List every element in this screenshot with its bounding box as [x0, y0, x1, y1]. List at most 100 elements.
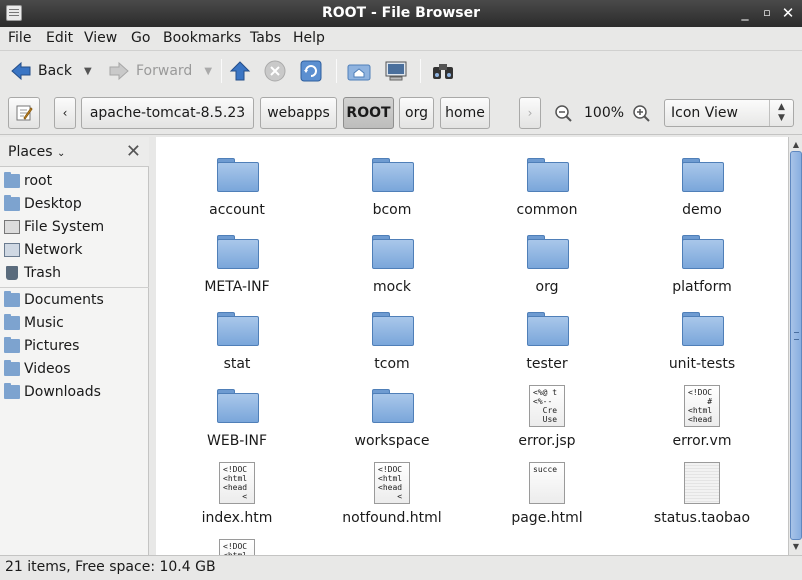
sidebar-item-desktop[interactable]: Desktop: [0, 193, 149, 215]
back-history-dropdown[interactable]: ▼: [84, 66, 92, 77]
file-item-meta-inf[interactable]: META-INF: [167, 223, 307, 299]
vertical-scrollbar[interactable]: ▲ ▼: [788, 137, 802, 555]
path-segment-apache-tomcat[interactable]: apache-tomcat-8.5.23: [81, 97, 254, 129]
path-segment-home[interactable]: home: [440, 97, 490, 129]
file-item-common[interactable]: common: [477, 146, 617, 222]
zoom-in-button[interactable]: [632, 104, 650, 126]
file-item-error-jsp[interactable]: <%@ t <%-- Cre Use error.jsp: [477, 377, 617, 453]
minimize-button[interactable]: _: [735, 3, 755, 23]
view-mode-select[interactable]: Icon View ▲ ▼: [664, 99, 794, 127]
forward-button[interactable]: Forward ▼: [108, 57, 212, 85]
path-segment-org[interactable]: org: [399, 97, 434, 129]
path-segment-webapps[interactable]: webapps: [260, 97, 337, 129]
file-name: error.vm: [672, 433, 732, 449]
file-item-index-htm[interactable]: <!DOC <html <head < index.htm: [167, 454, 307, 530]
file-item-tester[interactable]: tester: [477, 300, 617, 376]
file-item-account[interactable]: account: [167, 146, 307, 222]
back-label: Back: [38, 63, 72, 79]
file-item-platform[interactable]: platform: [632, 223, 772, 299]
sidebar-item-label: Trash: [24, 265, 61, 281]
zoom-out-button[interactable]: [554, 104, 572, 126]
stop-icon: [264, 60, 286, 82]
file-name: common: [516, 202, 578, 218]
file-item-unit-tests[interactable]: unit-tests: [632, 300, 772, 376]
title-bar: ROOT - File Browser _ ▫ ✕: [0, 0, 802, 27]
computer-icon: [385, 61, 407, 81]
file-name: tcom: [374, 356, 410, 372]
drive-icon: [4, 220, 20, 234]
back-button[interactable]: Back ▼: [10, 57, 92, 85]
file-item-workspace[interactable]: workspace: [322, 377, 462, 453]
menu-edit[interactable]: Edit: [46, 30, 73, 46]
file-name: index.htm: [201, 510, 273, 526]
up-arrow-icon: [229, 61, 251, 81]
file-name: stat: [223, 356, 251, 372]
close-button[interactable]: ✕: [778, 3, 798, 23]
scroll-up-icon[interactable]: ▲: [790, 138, 802, 152]
scroll-down-icon[interactable]: ▼: [790, 540, 802, 554]
places-sidebar: Places ⌄ ✕ root Desktop File System Netw…: [0, 137, 149, 555]
maximize-button[interactable]: ▫: [757, 3, 777, 23]
html-file-icon: <!DOC <html: [219, 539, 255, 555]
menu-help[interactable]: Help: [293, 30, 325, 46]
sidebar-item-label: Downloads: [24, 384, 101, 400]
menu-tabs[interactable]: Tabs: [250, 30, 281, 46]
stop-button[interactable]: [264, 57, 286, 85]
folder-icon: [217, 158, 259, 192]
reload-button[interactable]: [300, 57, 322, 85]
music-folder-icon: [4, 314, 20, 330]
sidebar-item-music[interactable]: Music: [0, 312, 149, 334]
window-title: ROOT - File Browser: [321, 5, 481, 21]
computer-button[interactable]: [384, 57, 408, 85]
file-name: error.jsp: [518, 433, 576, 449]
file-item-mock[interactable]: mock: [322, 223, 462, 299]
folder-icon: [527, 158, 569, 192]
path-segment-root[interactable]: ROOT: [343, 97, 394, 129]
file-item-status-taobao[interactable]: status.taobao: [632, 454, 772, 530]
menu-go[interactable]: Go: [131, 30, 150, 46]
sidebar-item-trash[interactable]: Trash: [0, 262, 149, 284]
sidebar-item-file-system[interactable]: File System: [0, 216, 149, 238]
places-label: Places: [8, 144, 53, 160]
sidebar-item-documents[interactable]: Documents: [0, 289, 149, 311]
menu-bookmarks[interactable]: Bookmarks: [163, 30, 241, 46]
zoom-level: 100%: [584, 105, 625, 121]
close-sidebar-button[interactable]: ✕: [126, 141, 141, 162]
menu-file[interactable]: File: [8, 30, 31, 46]
toolbar-separator: [221, 59, 222, 83]
file-name: tester: [526, 356, 568, 372]
sidebar-item-downloads[interactable]: Downloads: [0, 381, 149, 403]
file-item-notfound-html[interactable]: <!DOC <html <head < notfound.html: [322, 454, 462, 530]
file-item-error-vm[interactable]: <!DOC # <html <head error.vm: [632, 377, 772, 453]
file-item-bcom[interactable]: bcom: [322, 146, 462, 222]
up-button[interactable]: [229, 57, 251, 85]
scrollbar-thumb[interactable]: [790, 151, 802, 540]
file-item-demo[interactable]: demo: [632, 146, 772, 222]
sidebar-item-pictures[interactable]: Pictures: [0, 335, 149, 357]
search-button[interactable]: [431, 57, 455, 85]
toolbar: Back ▼ Forward ▼: [0, 51, 802, 91]
trash-icon: [6, 266, 18, 280]
network-icon: [4, 243, 20, 257]
sidebar-item-network[interactable]: Network: [0, 239, 149, 261]
path-scroll-left-button[interactable]: ‹: [54, 97, 76, 129]
toggle-location-entry-button[interactable]: [8, 97, 40, 129]
html-file-icon: <!DOC <html <head <: [219, 462, 255, 504]
forward-history-dropdown[interactable]: ▼: [204, 66, 212, 77]
file-item-stat[interactable]: stat: [167, 300, 307, 376]
file-item-page-html[interactable]: succe page.html: [477, 454, 617, 530]
path-scroll-right-button[interactable]: ›: [519, 97, 541, 129]
menu-view[interactable]: View: [84, 30, 117, 46]
sidebar-item-label: Desktop: [24, 196, 82, 212]
file-item-partial[interactable]: <!DOC <html: [167, 531, 307, 555]
pictures-folder-icon: [4, 337, 20, 353]
file-item-tcom[interactable]: tcom: [322, 300, 462, 376]
file-item-org[interactable]: org: [477, 223, 617, 299]
sidebar-item-videos[interactable]: Videos: [0, 358, 149, 380]
home-button[interactable]: [347, 57, 371, 85]
places-dropdown[interactable]: Places ⌄: [8, 144, 65, 160]
folder-icon: [372, 389, 414, 423]
sidebar-item-root[interactable]: root: [0, 170, 149, 192]
file-item-web-inf[interactable]: WEB-INF: [167, 377, 307, 453]
sidebar-header: Places ⌄ ✕: [0, 137, 149, 167]
